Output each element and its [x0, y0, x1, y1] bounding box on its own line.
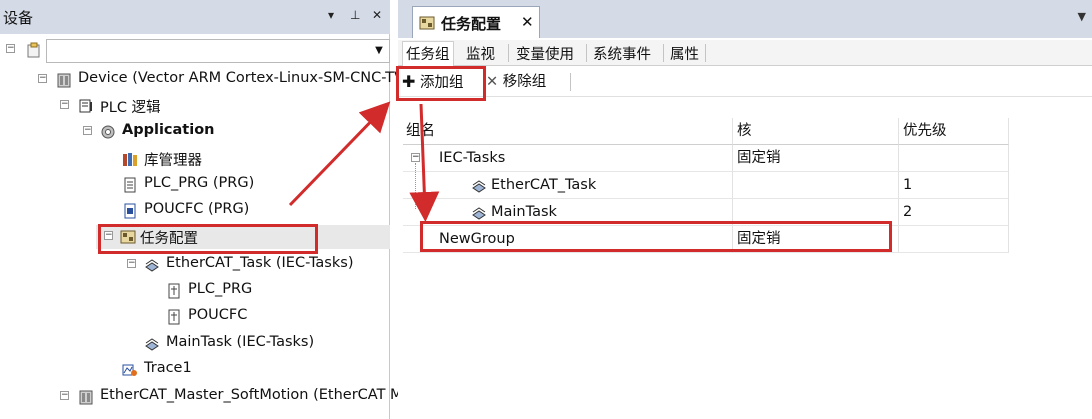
annotation-arrows: [288, 101, 440, 222]
